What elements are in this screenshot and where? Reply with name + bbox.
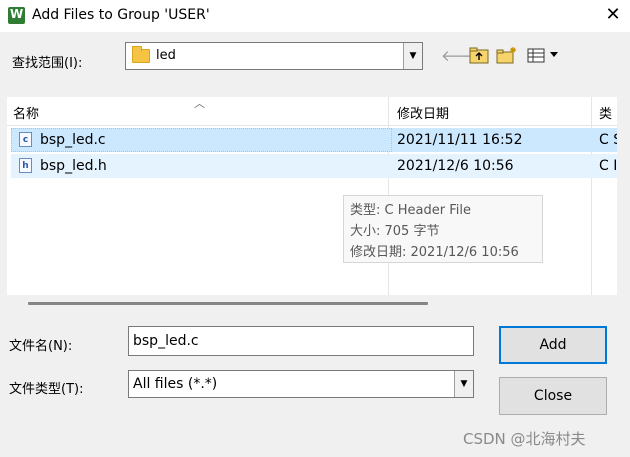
file-name: bsp_led.h [40,158,107,174]
title-bar: Add Files to Group 'USER' ✕ [0,0,630,32]
column-divider[interactable] [591,97,592,295]
column-name[interactable]: 名称 [13,103,39,122]
filename-label: 文件名(N): [9,339,73,354]
c-file-icon: c [19,132,32,147]
file-info-tooltip: 类型: C Header File 大小: 705 字节 修改日期: 2021/… [343,195,543,263]
sort-ascending-icon: ︿ [194,97,205,110]
tooltip-type: 类型: C Header File [350,203,471,218]
close-icon[interactable]: ✕ [600,2,626,28]
h-file-icon: h [19,158,32,173]
file-row[interactable]: h bsp_led.h 2021/12/6 10:56 C I [11,154,617,178]
tooltip-size: 大小: 705 字节 [350,224,440,239]
chevron-down-icon[interactable]: ▼ [454,371,473,397]
close-button[interactable]: Close [499,377,607,415]
column-header: ︿ 名称 修改日期 类 [7,97,617,126]
filetype-label: 文件类型(T): [9,382,84,397]
scrollbar-thumb[interactable] [28,302,428,305]
lookin-label: 查找范围(I): [12,56,83,71]
chevron-down-icon[interactable]: ▼ [403,43,422,69]
file-modified: 2021/11/11 16:52 [397,132,523,148]
lookin-dropdown[interactable]: led ▼ [125,42,423,70]
up-folder-icon[interactable] [468,46,490,66]
lookin-value: led [156,48,176,63]
file-name: bsp_led.c [40,132,106,148]
column-modified[interactable]: 修改日期 [397,103,449,122]
folder-icon [132,46,150,63]
file-row[interactable]: c bsp_led.c 2021/11/11 16:52 C S [11,128,617,152]
add-button[interactable]: Add [499,326,607,364]
filetype-dropdown[interactable]: All files (*.*) ▼ [128,370,474,398]
tooltip-modified: 修改日期: 2021/12/6 10:56 [350,245,519,260]
view-menu-icon[interactable] [526,46,562,66]
filetype-value: All files (*.*) [133,376,218,392]
file-type: C S [599,132,617,148]
file-type: C I [599,158,617,174]
watermark: CSDN @北海村夫 [463,430,586,448]
back-arrow-icon[interactable]: 🡐 [441,46,481,66]
file-modified: 2021/12/6 10:56 [397,158,514,174]
window-title: Add Files to Group 'USER' [32,7,210,23]
filename-input[interactable] [128,326,474,356]
horizontal-scrollbar[interactable] [7,295,617,311]
app-icon [8,7,25,24]
new-folder-icon[interactable] [496,46,518,66]
column-type[interactable]: 类 [599,103,612,122]
